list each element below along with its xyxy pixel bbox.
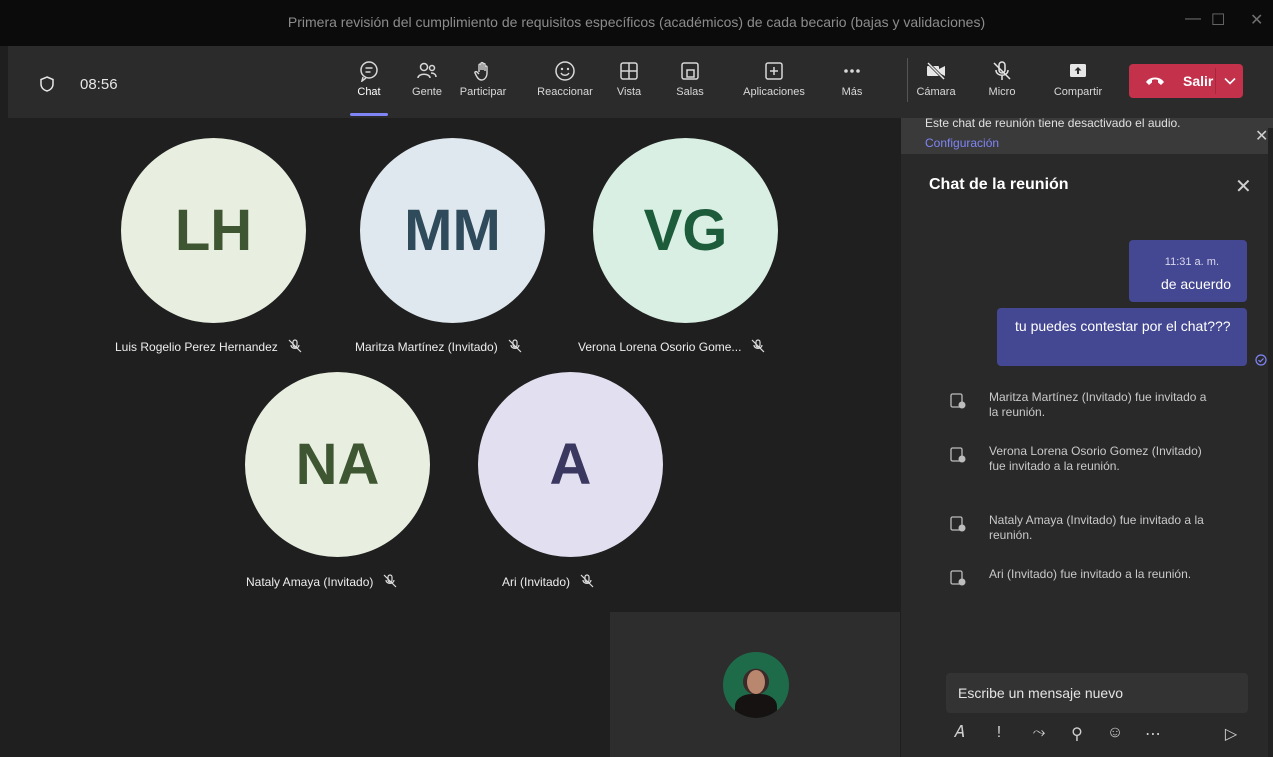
- participant-name: Luis Rogelio Perez Hernandez: [115, 340, 278, 354]
- breakout-rooms-button[interactable]: Salas: [655, 60, 725, 98]
- event-text: Ari (Invitado) fue invitado a la reunión…: [989, 567, 1192, 581]
- composer-toolbar: 𝐴 ! ⤳ ⚲ ☺ ⋯ ▷: [949, 724, 1249, 748]
- participant-avatar[interactable]: MM: [360, 138, 545, 323]
- react-button[interactable]: Reaccionar: [530, 60, 600, 98]
- add-app-icon: [765, 62, 783, 80]
- message-text: tu puedes contestar por el chat???: [1015, 318, 1231, 334]
- meeting-toolbar: 08:56 Chat Gente Participar Reaccionar V…: [8, 46, 1273, 118]
- leave-button-divider: [1215, 68, 1216, 94]
- participant-name: Nataly Amaya (Invitado): [246, 575, 374, 589]
- share-button-label: Compartir: [1053, 86, 1103, 98]
- more-button[interactable]: Más: [817, 60, 887, 98]
- minimize-icon[interactable]: —: [1185, 10, 1201, 28]
- participant-name-tag: Nataly Amaya (Invitado): [246, 574, 397, 589]
- event-text: Verona Lorena Osorio Gomez (Invitado) fu…: [989, 444, 1202, 473]
- leave-button-label: Salir: [1183, 73, 1214, 89]
- self-avatar-body: [735, 694, 777, 718]
- chevron-down-icon[interactable]: [1223, 74, 1237, 88]
- message-composer[interactable]: Escribe un mensaje nuevo: [946, 673, 1248, 713]
- banner-text: Este chat de reunión tiene desactivado e…: [925, 118, 1181, 130]
- send-icon[interactable]: ▷: [1221, 724, 1241, 744]
- mic-button-label: Micro: [988, 86, 1016, 98]
- chat-icon: [360, 61, 378, 82]
- mic-button[interactable]: Micro: [967, 60, 1037, 98]
- apps-button-label: Aplicaciones: [743, 86, 805, 98]
- share-icon: [1070, 64, 1086, 77]
- participant-added-icon: [950, 447, 966, 463]
- raise-hand-button[interactable]: Participar: [448, 60, 518, 98]
- shield-icon: [40, 76, 54, 92]
- event-text: Maritza Martínez (Invitado) fue invitado…: [989, 390, 1207, 419]
- close-icon[interactable]: ✕: [1250, 10, 1263, 30]
- emoji-icon[interactable]: ☺: [1105, 724, 1125, 744]
- view-button[interactable]: Vista: [594, 60, 664, 98]
- self-avatar-photo: [723, 652, 789, 718]
- share-button[interactable]: Compartir: [1043, 60, 1113, 98]
- more-options-icon[interactable]: ⋯: [1143, 724, 1163, 744]
- more-icon: [844, 69, 860, 73]
- more-button-label: Más: [841, 86, 863, 98]
- mic-muted-icon: [752, 339, 765, 353]
- banner-close-icon[interactable]: ✕: [1255, 126, 1268, 146]
- participant-name-tag: Luis Rogelio Perez Hernandez: [115, 339, 302, 354]
- participant-avatar[interactable]: LH: [121, 138, 306, 323]
- breakout-rooms-icon: [681, 62, 699, 80]
- participant-added-icon: [950, 516, 966, 532]
- participant-name: Ari (Invitado): [502, 575, 571, 589]
- mic-muted-icon: [508, 339, 522, 353]
- smile-icon: [555, 61, 575, 81]
- meeting-chat-panel: Este chat de reunión tiene desactivado e…: [901, 118, 1273, 757]
- maximize-icon[interactable]: ☐: [1211, 10, 1225, 30]
- audio-disabled-banner: Este chat de reunión tiene desactivado e…: [901, 118, 1273, 154]
- participant-avatar[interactable]: NA: [245, 372, 430, 557]
- raise-hand-icon: [474, 61, 488, 81]
- settings-link[interactable]: Configuración: [925, 136, 999, 150]
- event-text: Nataly Amaya (Invitado) fue invitado a l…: [989, 513, 1204, 542]
- camera-button-label: Cámara: [916, 86, 956, 98]
- participant-added-icon: [950, 393, 966, 409]
- mic-off-icon: [993, 61, 1011, 80]
- message-text: de acuerdo: [1160, 276, 1231, 292]
- participant-avatar[interactable]: A: [478, 372, 663, 557]
- grid-view-icon: [620, 62, 638, 80]
- participant-added-icon: [950, 570, 966, 586]
- attach-icon[interactable]: ⤳: [1029, 724, 1049, 744]
- mic-muted-icon: [288, 339, 302, 353]
- participant-name-tag: Verona Lorena Osorio Gome...: [578, 339, 765, 354]
- view-button-label: Vista: [616, 86, 642, 98]
- react-button-label: Reaccionar: [537, 86, 593, 98]
- raise-hand-button-label: Participar: [459, 86, 507, 98]
- participant-name: Maritza Martínez (Invitado): [355, 340, 498, 354]
- window-title: Primera revisión del cumplimiento de req…: [287, 14, 986, 30]
- composer-placeholder: Escribe un mensaje nuevo: [958, 685, 1123, 701]
- self-avatar-face: [747, 670, 765, 694]
- chat-scrollbar[interactable]: [1268, 128, 1273, 757]
- mic-muted-icon: [580, 574, 594, 588]
- participant-name: Verona Lorena Osorio Gome...: [578, 340, 742, 354]
- participant-name-tag: Maritza Martínez (Invitado): [355, 339, 522, 354]
- breakout-rooms-button-label: Salas: [676, 86, 704, 98]
- message-time: 11:31 a. m.: [1164, 256, 1219, 268]
- participant-avatar[interactable]: VG: [593, 138, 778, 323]
- leave-button[interactable]: Salir: [1129, 64, 1243, 98]
- hang-up-icon: [1146, 77, 1164, 85]
- people-icon: [417, 62, 437, 79]
- camera-button[interactable]: Cámara: [901, 60, 971, 98]
- mic-muted-icon: [383, 574, 397, 588]
- chat-message[interactable]: tu puedes contestar por el chat???: [997, 308, 1247, 366]
- camera-off-icon: [926, 61, 946, 81]
- participants-stage: LH MM VG NA A Luis Rogelio Perez Hernand…: [8, 118, 901, 757]
- chat-message[interactable]: 11:31 a. m. de acuerdo: [1129, 240, 1247, 302]
- format-icon[interactable]: 𝐴: [949, 724, 969, 744]
- apps-button[interactable]: Aplicaciones: [739, 60, 809, 98]
- self-video-preview[interactable]: [610, 612, 900, 757]
- chat-close-icon[interactable]: ✕: [1235, 174, 1252, 199]
- chat-title: Chat de la reunión: [929, 176, 1069, 193]
- participant-name-tag: Ari (Invitado): [502, 574, 594, 589]
- message-seen-icon: [1255, 354, 1267, 366]
- priority-icon[interactable]: !: [989, 724, 1009, 744]
- meeting-timer: 08:56: [80, 76, 118, 93]
- window-titlebar: Primera revisión del cumplimiento de req…: [0, 0, 1273, 46]
- loop-icon[interactable]: ⚲: [1067, 724, 1087, 744]
